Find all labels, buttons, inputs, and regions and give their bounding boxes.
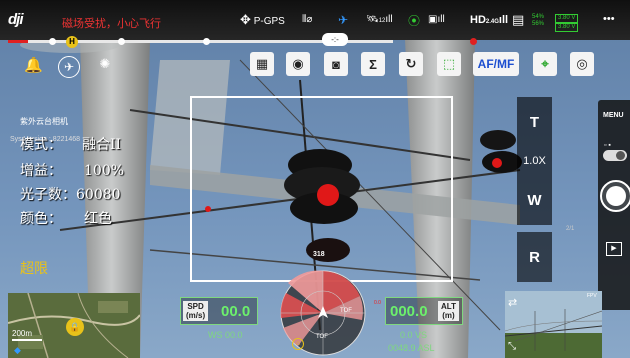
right-control-panel: MENU ▫ ▪ ▶ bbox=[598, 100, 630, 310]
vision-icon[interactable]: ✈ bbox=[338, 13, 348, 27]
battery-voltage: 3.80 V 3.80 V bbox=[555, 14, 579, 32]
light-icon[interactable]: ✺ bbox=[93, 52, 117, 76]
track-dot bbox=[49, 38, 56, 45]
map-scale: 200m bbox=[12, 329, 33, 338]
alt-label: ALT (m) bbox=[438, 301, 459, 321]
photo-mode-icon[interactable]: ▫ ▪ bbox=[604, 142, 611, 149]
alt-value: 000.0 bbox=[390, 303, 428, 320]
rc-link-signal[interactable]: ▣ıll bbox=[428, 14, 445, 25]
focus-frame-icon[interactable]: ⌖ bbox=[533, 52, 557, 76]
rotate-icon[interactable]: ↻ bbox=[399, 52, 423, 76]
heading-value: 318 bbox=[313, 251, 325, 258]
home-badge: H bbox=[66, 36, 78, 48]
top-status-bar: dji 磁场受扰，小心飞行 ✥ P-GPS ⦀⌀ ✈ 🛰12ıll ⦿ ▣ıll… bbox=[0, 0, 630, 40]
frame-icon[interactable]: ⬚ bbox=[437, 52, 461, 76]
af-mf-button[interactable]: AF/MF bbox=[473, 52, 519, 76]
signal-bars-icon: ıll bbox=[385, 14, 393, 25]
speed-box: SPD (m/s) 00.0 bbox=[180, 297, 258, 325]
mini-map[interactable]: 🔒 200m ◆ bbox=[8, 293, 140, 358]
photon-label: 光子数： bbox=[20, 187, 76, 203]
pip-collapse-icon[interactable]: ⤡ bbox=[508, 341, 516, 352]
mode-label: 模式： bbox=[20, 137, 62, 153]
color-value: 红色 bbox=[84, 211, 112, 227]
dji-logo: dji bbox=[8, 11, 23, 28]
battery-pct-2: 56% bbox=[532, 21, 545, 27]
more-menu-button[interactable]: ••• bbox=[603, 13, 615, 25]
tof-label-right: TOF bbox=[340, 308, 352, 314]
drone-location-icon: 🔒 bbox=[66, 318, 84, 336]
notification-bell-icon[interactable]: 🔔 bbox=[24, 56, 43, 74]
grid-icon[interactable]: ▦ bbox=[250, 52, 274, 76]
track-marker-red bbox=[470, 38, 477, 45]
zoom-level: 1.0X bbox=[517, 147, 552, 175]
map-scale-bar bbox=[12, 339, 42, 341]
gps-mode[interactable]: ✥ P-GPS bbox=[240, 12, 285, 28]
zoom-reset-button[interactable]: R bbox=[517, 232, 552, 282]
camera-switch-icon[interactable]: ◎ bbox=[570, 52, 594, 76]
vertical-speed: 0.0 VS bbox=[400, 330, 428, 340]
rc-signal-icon[interactable]: ⦿ bbox=[408, 12, 420, 29]
sigma-button[interactable]: Σ bbox=[361, 52, 385, 76]
wind-speed: WS 00.0 bbox=[208, 330, 243, 340]
warning-message[interactable]: 磁场受扰，小心飞行 bbox=[62, 15, 161, 31]
battery-voltage-2: 3.80 V bbox=[555, 23, 579, 32]
gain-label: 增益： bbox=[20, 163, 62, 179]
center-pill[interactable]: -:- bbox=[322, 33, 348, 46]
battery-percent: 54% 56% bbox=[532, 14, 544, 28]
zoom-wide-button[interactable]: W bbox=[517, 175, 552, 225]
playback-icon[interactable]: ▶ bbox=[606, 242, 622, 256]
gain-value: 100% bbox=[84, 163, 125, 179]
battery-pct-1: 54% bbox=[532, 14, 545, 20]
hd-link[interactable]: HD2.4Gıll bbox=[470, 14, 508, 26]
battery-voltage-1: 3.80 V bbox=[555, 14, 579, 23]
tof-label-bottom: TOF bbox=[316, 334, 328, 340]
map-locate-icon[interactable]: ◆ bbox=[14, 345, 21, 356]
status-code: 2/1 bbox=[566, 226, 575, 232]
spd-value: 00.0 bbox=[221, 303, 251, 320]
hd-bars-icon: ıll bbox=[498, 14, 509, 26]
track-dot bbox=[118, 38, 125, 45]
mode-value: 融合II bbox=[82, 137, 122, 153]
hd-label: HD bbox=[470, 14, 486, 26]
battery-icon[interactable]: ▤ bbox=[512, 12, 524, 28]
over-limit-text: 超限 bbox=[20, 261, 48, 277]
fpv-pip[interactable]: FPV ⇄ ⤡ bbox=[505, 291, 602, 358]
zoom-tele-button[interactable]: T bbox=[517, 97, 552, 147]
lens-icon[interactable]: ◙ bbox=[324, 52, 348, 76]
spd-label: SPD (m/s) bbox=[183, 301, 209, 321]
color-label: 颜色： bbox=[20, 211, 62, 227]
shutter-button[interactable] bbox=[600, 180, 630, 212]
altitude-box: 000.0 ALT (m) bbox=[385, 297, 463, 325]
gps-mode-label: P-GPS bbox=[253, 16, 285, 27]
takeoff-icon[interactable]: ✈ bbox=[58, 56, 80, 78]
rc-bars-icon: ıll bbox=[437, 14, 445, 25]
camera-title: 紫外云台相机 bbox=[20, 117, 68, 126]
photo-video-toggle[interactable] bbox=[603, 150, 627, 161]
menu-button[interactable]: MENU bbox=[603, 112, 624, 119]
track-dot bbox=[203, 38, 210, 45]
compass-home-icon: ⌂ bbox=[292, 338, 304, 350]
camera-settings-icon[interactable]: ◉ bbox=[286, 52, 310, 76]
satellite-signal[interactable]: 🛰12ıll bbox=[366, 14, 393, 25]
fpv-label: FPV bbox=[587, 293, 597, 299]
altitude-asl: 0048.9 ASL bbox=[388, 343, 435, 353]
hd-frequency: 2.4G bbox=[485, 19, 499, 25]
satellite-icon: 🛰 bbox=[366, 14, 379, 25]
photon-value: 60080 bbox=[76, 187, 121, 203]
camera-view: dji 磁场受扰，小心飞行 ✥ P-GPS ⦀⌀ ✈ 🛰12ıll ⦿ ▣ıll… bbox=[0, 0, 630, 358]
flight-progress-red bbox=[8, 40, 28, 43]
vs-red-indicator: 0.0 bbox=[374, 300, 381, 306]
obstacle-icon[interactable]: ⦀⌀ bbox=[302, 14, 312, 25]
drone-icon: ✥ bbox=[240, 12, 251, 27]
pip-swap-icon[interactable]: ⇄ bbox=[508, 296, 517, 309]
